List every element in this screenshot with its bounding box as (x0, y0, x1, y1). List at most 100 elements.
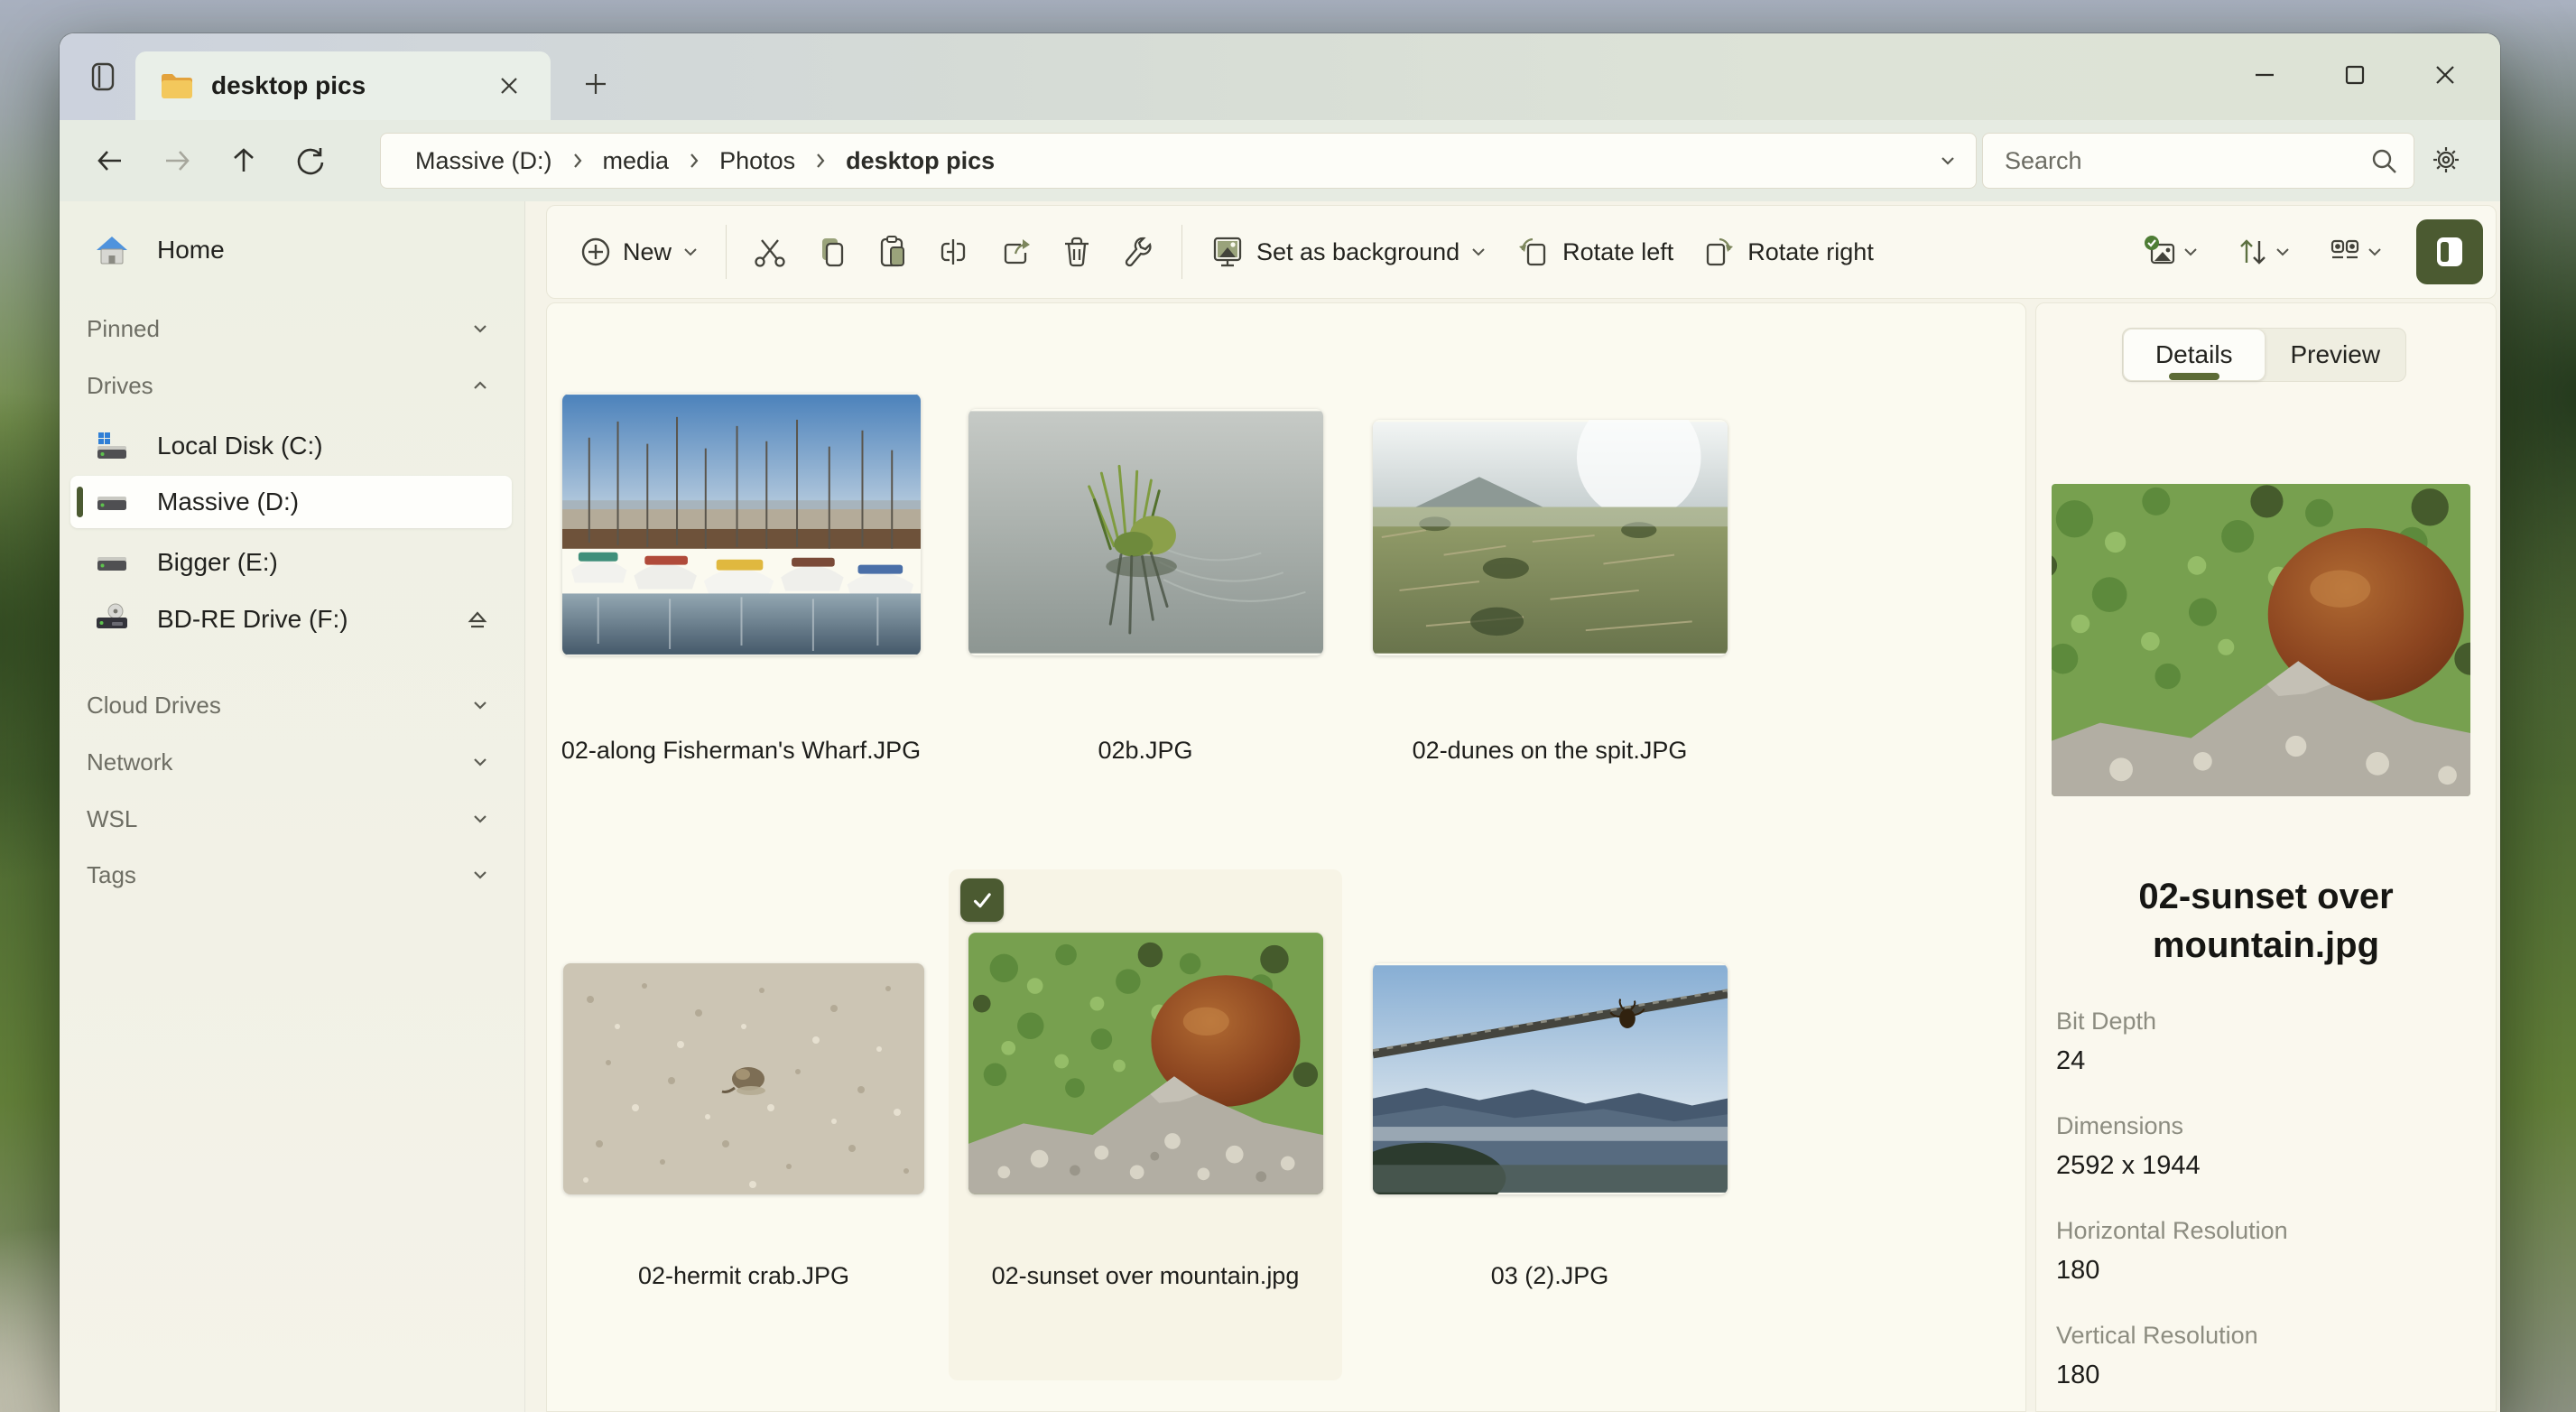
chevron-down-icon[interactable] (468, 317, 492, 340)
forward-icon[interactable] (153, 137, 200, 184)
details-pane: Details Preview 02-sunset over mountain.… (2035, 302, 2497, 1412)
file-name: 02-hermit crab.JPG (547, 1262, 941, 1290)
address-bar: Massive (D:) media Photos desktop pics (60, 120, 2500, 201)
set-as-background-button[interactable]: Set as background (1195, 219, 1501, 284)
new-button[interactable]: New (565, 219, 713, 284)
file-tile[interactable]: 03 (2).JPG (1356, 869, 1744, 1380)
photo-thumbnail (968, 933, 1323, 1194)
photo-thumbnail (1373, 420, 1728, 655)
file-name: 02-dunes on the spit.JPG (1356, 737, 1744, 765)
file-tile[interactable]: 02b.JPG (951, 398, 1339, 841)
tab-desktop-pics[interactable]: desktop pics (135, 51, 551, 120)
chevron-down-icon[interactable] (468, 693, 492, 717)
maximize-button[interactable] (2320, 50, 2390, 100)
minimize-button[interactable] (2229, 50, 2300, 100)
sort-icon (2233, 232, 2273, 272)
panel-right-icon (2430, 232, 2469, 272)
sidebar-item-massive-d[interactable]: Massive (D:) (70, 476, 512, 528)
photo-thumbnail (563, 963, 924, 1194)
copy-icon[interactable] (801, 221, 862, 283)
file-explorer-window: desktop pics (60, 33, 2500, 1412)
close-button[interactable] (2410, 50, 2480, 100)
folder-icon (159, 70, 195, 102)
view-options-button[interactable] (2312, 221, 2398, 283)
select-items-button[interactable] (2127, 221, 2214, 283)
sidebar-item-local-disk-c[interactable]: Local Disk (C:) (70, 420, 512, 472)
file-tile[interactable]: 02-hermit crab.JPG (547, 869, 941, 1380)
sort-button[interactable] (2219, 221, 2306, 283)
sidebar-section-pinned[interactable]: Pinned (70, 304, 512, 353)
file-name: 02-sunset over mountain.jpg (949, 1262, 1342, 1290)
back-icon[interactable] (87, 137, 134, 184)
windows-drive-icon (92, 426, 132, 466)
rotate-left-button[interactable]: Rotate left (1501, 219, 1686, 284)
details-thumbnail (2052, 484, 2470, 796)
details-pane-toggle[interactable] (2416, 219, 2483, 284)
share-icon[interactable] (985, 221, 1046, 283)
sidebar-section-drives[interactable]: Drives (70, 361, 512, 410)
breadcrumb-item[interactable]: media (596, 144, 677, 179)
file-tile[interactable]: 02-along Fisherman's Wharf.JPG (547, 398, 935, 841)
wallpaper-icon (1208, 232, 1247, 272)
new-tab-icon[interactable] (574, 62, 617, 106)
tab-preview[interactable]: Preview (2266, 329, 2406, 381)
file-grid: 02-along Fisherman's Wharf.JPG (546, 302, 2026, 1412)
property-row: Dimensions 2592 x 1944 (2056, 1112, 2478, 1181)
address-dropdown-icon[interactable] (1936, 149, 1960, 172)
sidebar-section-network[interactable]: Network (70, 738, 512, 786)
breadcrumb-item[interactable]: Massive (D:) (408, 144, 560, 179)
sidebar-item-bigger-e[interactable]: Bigger (E:) (70, 536, 512, 589)
details-file-title: 02-sunset over mountain.jpg (2113, 872, 2420, 970)
property-label: Dimensions (2056, 1112, 2478, 1140)
breadcrumb-item-current[interactable]: desktop pics (839, 144, 1002, 179)
breadcrumb[interactable]: Massive (D:) media Photos desktop pics (380, 133, 1977, 189)
details-preview-switcher: Details Preview (2122, 328, 2406, 382)
photo-thumbnail (968, 409, 1323, 655)
search-box[interactable] (1982, 133, 2414, 189)
property-label: Bit Depth (2056, 1008, 2478, 1036)
up-icon[interactable] (220, 137, 267, 184)
settings-gear-icon[interactable] (2421, 135, 2471, 185)
chevron-down-icon (2181, 242, 2201, 262)
toolbar-divider (1181, 225, 1182, 279)
property-label: Vertical Resolution (2056, 1322, 2478, 1350)
breadcrumb-chevron-icon[interactable] (811, 150, 829, 172)
chevron-down-icon[interactable] (468, 807, 492, 831)
rename-icon[interactable] (923, 221, 985, 283)
eject-icon[interactable] (463, 605, 492, 634)
chevron-down-icon (1469, 242, 1488, 262)
breadcrumb-item[interactable]: Photos (712, 144, 802, 179)
tab-details[interactable]: Details (2123, 329, 2266, 381)
property-label: Horizontal Resolution (2056, 1217, 2478, 1245)
search-input[interactable] (2005, 147, 2368, 175)
breadcrumb-chevron-icon[interactable] (685, 150, 703, 172)
selected-checkbox[interactable] (960, 878, 1004, 922)
navigation-pane: Home Pinned Drives Local Dis (60, 201, 525, 1412)
photo-thumbnail (1373, 963, 1728, 1194)
drive-icon (92, 543, 132, 582)
chevron-down-icon[interactable] (468, 750, 492, 774)
file-tile[interactable]: 02-dunes on the spit.JPG (1356, 398, 1744, 841)
refresh-icon[interactable] (287, 137, 334, 184)
rotate-right-button[interactable]: Rotate right (1686, 219, 1886, 284)
delete-icon[interactable] (1046, 221, 1107, 283)
tab-list-icon[interactable] (82, 55, 125, 98)
chevron-up-icon[interactable] (468, 374, 492, 397)
drive-icon (92, 482, 132, 522)
sidebar-section-wsl[interactable]: WSL (70, 794, 512, 843)
sidebar-section-cloud-drives[interactable]: Cloud Drives (70, 681, 512, 729)
property-row: Vertical Resolution 180 (2056, 1322, 2478, 1390)
tab-close-icon[interactable] (493, 70, 525, 102)
paste-icon[interactable] (862, 221, 923, 283)
sidebar-section-tags[interactable]: Tags (70, 850, 512, 899)
search-icon[interactable] (2368, 145, 2399, 176)
file-tile-selected[interactable]: 02-sunset over mountain.jpg (949, 869, 1342, 1380)
chevron-down-icon[interactable] (468, 863, 492, 887)
cut-icon[interactable] (739, 221, 801, 283)
rotate-right-icon (1699, 232, 1738, 272)
breadcrumb-chevron-icon[interactable] (569, 150, 587, 172)
sidebar-item-bdre-drive-f[interactable]: BD-RE Drive (F:) (70, 593, 512, 646)
wrench-icon[interactable] (1107, 221, 1169, 283)
property-value: 180 (2056, 1256, 2478, 1286)
sidebar-item-home[interactable]: Home (70, 224, 512, 276)
